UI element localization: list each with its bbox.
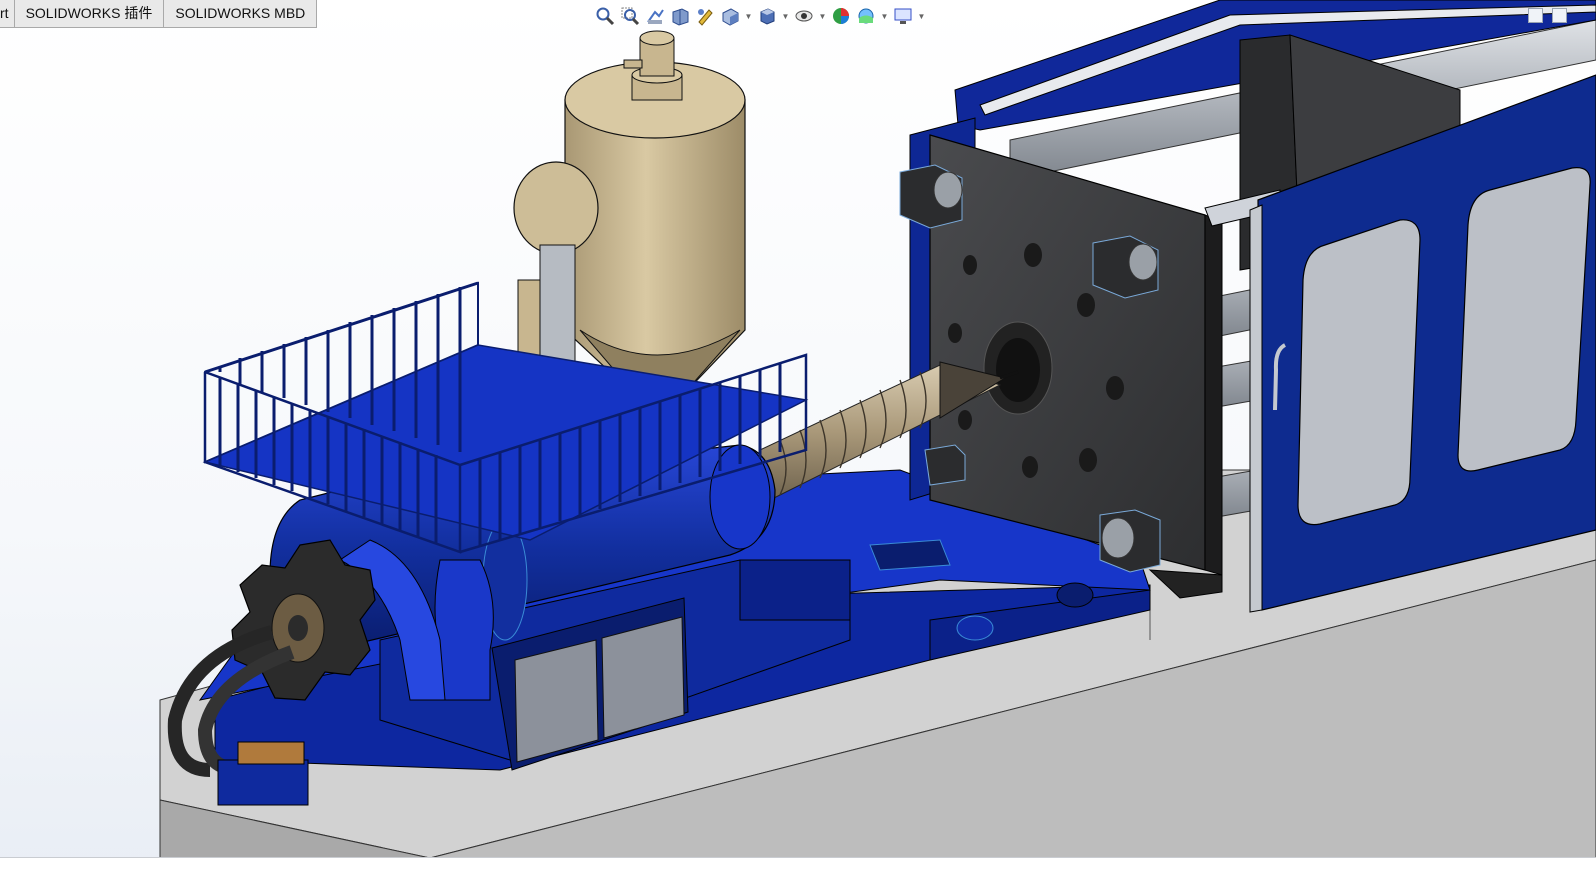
edit-appearance-icon[interactable] (830, 5, 852, 27)
status-bar (0, 857, 1596, 874)
view-orientation-icon[interactable] (719, 5, 741, 27)
previous-view-icon[interactable] (644, 5, 666, 27)
tab-solidworks-mbd[interactable]: SOLIDWORKS MBD (163, 0, 318, 28)
view-settings-dropdown-icon[interactable]: ▼ (917, 5, 926, 27)
view-settings-icon[interactable] (892, 5, 914, 27)
display-style-icon[interactable] (756, 5, 778, 27)
section-view-icon[interactable] (669, 5, 691, 27)
zoom-to-fit-icon[interactable] (594, 5, 616, 27)
restore-window-icon[interactable] (1528, 8, 1543, 23)
graphics-area[interactable]: rt SOLIDWORKS 插件 SOLIDWORKS MBD ▼ ▼ ▼ ▼ … (0, 0, 1596, 874)
tile-window-icon[interactable] (1552, 8, 1567, 23)
model-3d-view[interactable] (0, 0, 1596, 874)
heads-up-view-toolbar: ▼ ▼ ▼ ▼ ▼ (594, 4, 926, 28)
hide-show-items-icon[interactable] (793, 5, 815, 27)
apply-scene-dropdown-icon[interactable]: ▼ (880, 5, 889, 27)
view-orientation-dropdown-icon[interactable]: ▼ (744, 5, 753, 27)
tab-solidworks-addins[interactable]: SOLIDWORKS 插件 (13, 0, 165, 28)
command-manager-tabs: rt SOLIDWORKS 插件 SOLIDWORKS MBD (0, 0, 318, 29)
zoom-to-area-icon[interactable] (619, 5, 641, 27)
display-style-dropdown-icon[interactable]: ▼ (781, 5, 790, 27)
hide-show-dropdown-icon[interactable]: ▼ (818, 5, 827, 27)
tab-partial[interactable]: rt (0, 0, 15, 28)
dynamic-annotation-icon[interactable] (694, 5, 716, 27)
apply-scene-icon[interactable] (855, 5, 877, 27)
